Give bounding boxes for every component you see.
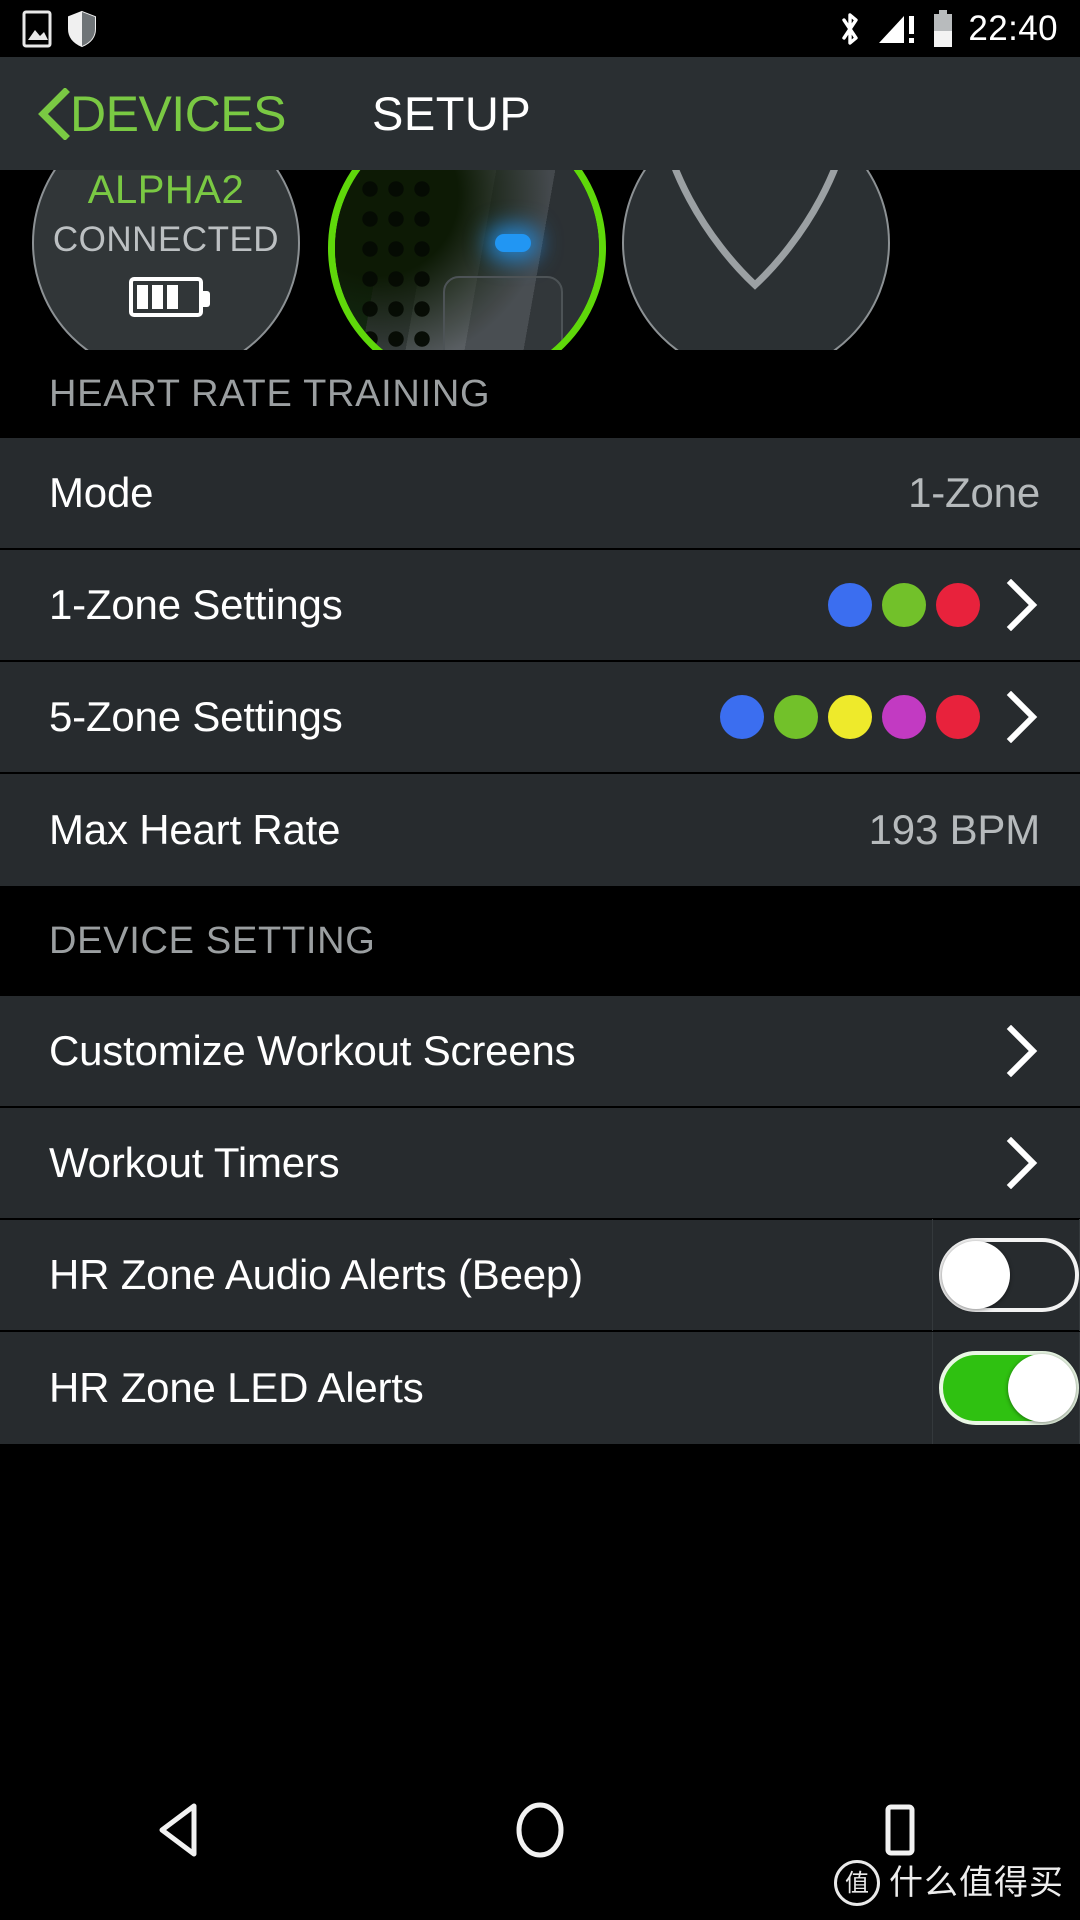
- row-1-zone-settings[interactable]: 1-Zone Settings: [0, 550, 1080, 662]
- chevron-right-icon: [1006, 1025, 1038, 1077]
- zone-color-swatches: [828, 583, 980, 627]
- back-nav-icon: [159, 1803, 197, 1857]
- toggle-container: [932, 1332, 1080, 1444]
- bluetooth-icon: [842, 12, 859, 45]
- chevron-right-icon: [1006, 691, 1038, 743]
- watermark-badge: 值: [834, 1860, 880, 1906]
- chevron-right-icon: [1006, 579, 1038, 631]
- home-nav-icon: [516, 1802, 564, 1858]
- zone-dot: [936, 695, 980, 739]
- row-hr-zone-audio-alerts[interactable]: HR Zone Audio Alerts (Beep): [0, 1219, 1080, 1332]
- toggle-container: [932, 1219, 1080, 1331]
- row-label: 5-Zone Settings: [49, 693, 343, 740]
- app-header: DEVICES SETUP: [0, 57, 1080, 170]
- cellular-signal-icon: [879, 15, 915, 43]
- settings-content: HEART RATE TRAINING Mode 1-Zone 1-Zone S…: [0, 350, 1080, 1444]
- device-led-indicator: [495, 234, 531, 252]
- status-bar-clock: 22:40: [968, 9, 1058, 48]
- device-photo-texture: [357, 144, 437, 350]
- toggle-knob: [1008, 1354, 1076, 1422]
- row-label: Workout Timers: [49, 1139, 340, 1186]
- row-max-heart-rate[interactable]: Max Heart Rate 193 BPM: [0, 774, 1080, 886]
- row-mode[interactable]: Mode 1-Zone: [0, 438, 1080, 550]
- row-hr-zone-led-alerts[interactable]: HR Zone LED Alerts: [0, 1332, 1080, 1444]
- shield-icon: [68, 10, 96, 47]
- hr-zone-audio-alerts-toggle[interactable]: [939, 1238, 1079, 1312]
- zone-dot: [882, 583, 926, 627]
- page-title: SETUP: [372, 87, 532, 140]
- status-bar: 22:40: [0, 0, 1080, 57]
- row-label: HR Zone LED Alerts: [49, 1364, 424, 1411]
- chevron-left-icon: [38, 87, 70, 140]
- section-header-device-setting: DEVICE SETTING: [0, 886, 1080, 996]
- toggle-knob: [942, 1241, 1010, 1309]
- photo-icon: [22, 10, 52, 47]
- home-nav-button[interactable]: [475, 1775, 605, 1885]
- zone-dot: [774, 695, 818, 739]
- row-label: Mode: [49, 469, 154, 516]
- row-label: HR Zone Audio Alerts (Beep): [49, 1251, 583, 1298]
- status-bar-system-icons: 22:40: [837, 9, 1058, 49]
- device-photo-button: [443, 276, 563, 350]
- phone-screen: 22:40 ALPHA2 CONNECTED --- HEART RATE TR…: [0, 0, 1080, 1920]
- zone-dot: [882, 695, 926, 739]
- device-name: ALPHA2: [87, 167, 245, 212]
- row-label: Customize Workout Screens: [49, 1027, 576, 1074]
- back-nav-button[interactable]: [115, 1775, 245, 1885]
- device-battery-icon: [129, 276, 210, 317]
- zone-dot: [720, 695, 764, 739]
- android-navigation-bar: 值 什么值得买: [0, 1740, 1080, 1920]
- section-list-heart-rate-training: Mode 1-Zone 1-Zone Settings 5-Zone Setti…: [0, 438, 1080, 886]
- chevron-right-icon: [1006, 1137, 1038, 1189]
- recents-nav-icon: [885, 1804, 915, 1856]
- row-label: 1-Zone Settings: [49, 581, 343, 628]
- row-5-zone-settings[interactable]: 5-Zone Settings: [0, 662, 1080, 774]
- row-value: 193 BPM: [868, 806, 1041, 853]
- back-button-label: DEVICES: [70, 85, 287, 142]
- zone-color-swatches: [720, 695, 980, 739]
- row-customize-workout-screens[interactable]: Customize Workout Screens: [0, 996, 1080, 1108]
- hr-zone-led-alerts-toggle[interactable]: [939, 1351, 1079, 1425]
- watermark: 值 什么值得买: [834, 1860, 1064, 1906]
- row-label: Max Heart Rate: [49, 806, 341, 853]
- section-header-heart-rate-training: HEART RATE TRAINING: [0, 350, 1080, 438]
- zone-dot: [828, 695, 872, 739]
- device-status: CONNECTED: [52, 219, 280, 259]
- watermark-text: 什么值得买: [889, 1863, 1064, 1903]
- status-bar-notifications: [22, 10, 98, 48]
- row-value: 1-Zone: [908, 469, 1040, 516]
- section-list-device-setting: Customize Workout Screens Workout Timers…: [0, 996, 1080, 1444]
- battery-icon: [934, 9, 953, 47]
- zone-dot: [936, 583, 980, 627]
- back-to-devices-button[interactable]: DEVICES: [36, 85, 287, 142]
- zone-dot: [828, 583, 872, 627]
- row-workout-timers[interactable]: Workout Timers: [0, 1108, 1080, 1220]
